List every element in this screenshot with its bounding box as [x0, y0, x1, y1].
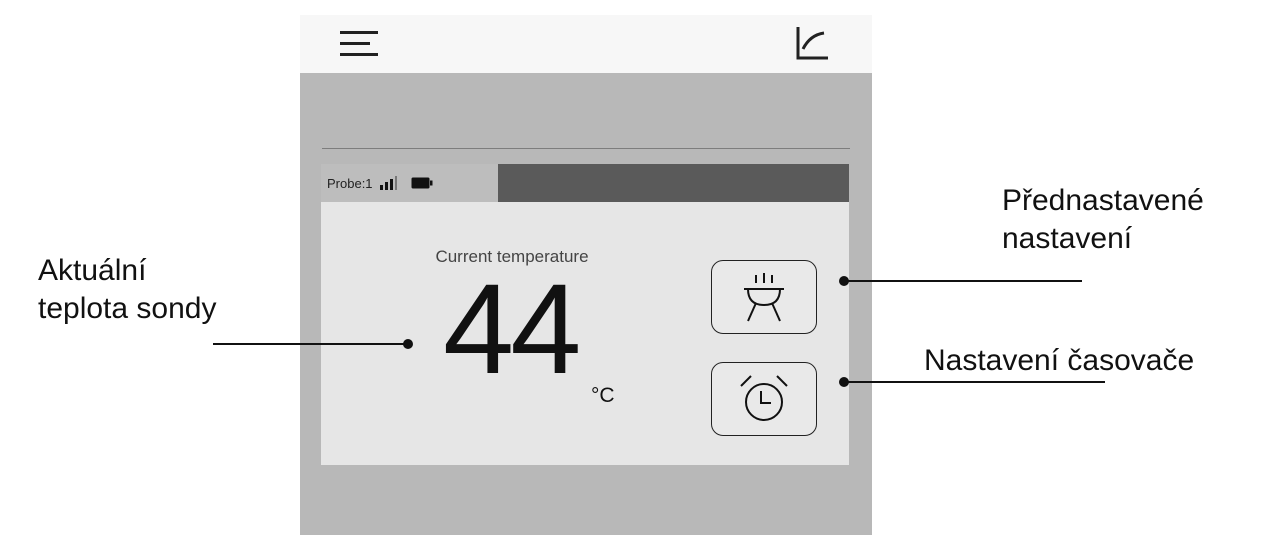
probe-tab[interactable]: Probe:1 [321, 164, 498, 202]
battery-icon [411, 177, 433, 189]
signal-strength-icon [379, 176, 397, 190]
temperature-value: 44 [443, 258, 581, 401]
temperature-card: Current temperature 44 °C [321, 202, 849, 465]
probe-header-bar [498, 164, 849, 202]
probe-label: Probe:1 [327, 175, 373, 191]
preset-button[interactable] [711, 260, 817, 334]
current-temp-annotation-line1: Aktuální [38, 254, 147, 287]
preset-annotation: Přednastavené nastavení [1002, 182, 1204, 257]
grill-icon [744, 273, 784, 322]
current-temp-annotation: Aktuální teplota sondy [38, 252, 216, 327]
timer-annotation: Nastavení časovače [924, 344, 1195, 377]
top-bar [300, 15, 872, 73]
current-temp-annotation-line2: teplota sondy [38, 291, 217, 325]
app-screen: Probe:1 Current temperature 44 °C [300, 15, 872, 535]
line-chart-icon[interactable] [794, 25, 830, 61]
divider [322, 148, 850, 149]
hamburger-menu-icon[interactable] [338, 27, 382, 61]
preset-annotation-line2: nastavení [1002, 221, 1133, 255]
timer-button[interactable] [711, 362, 817, 436]
preset-annotation-line1: Přednastavené [1002, 184, 1204, 217]
temperature-unit: °C [591, 384, 615, 407]
alarm-clock-icon [740, 375, 788, 421]
